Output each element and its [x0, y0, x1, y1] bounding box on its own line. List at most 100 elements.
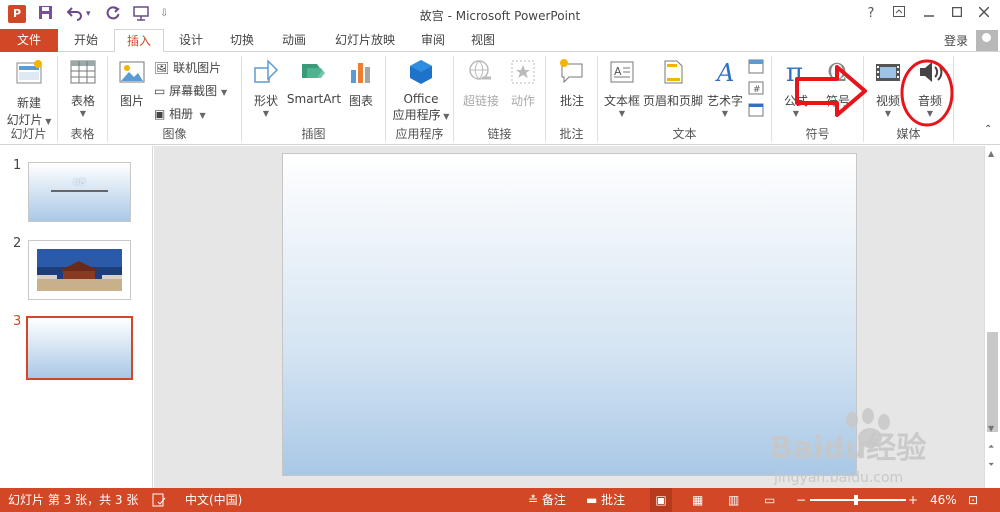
- zoom-in-icon[interactable]: +: [908, 488, 918, 512]
- zoom-slider-thumb[interactable]: [854, 495, 858, 505]
- comment-icon: [550, 58, 594, 89]
- new-slide-label-1: 新建: [16, 96, 41, 110]
- notes-button[interactable]: ≛ 备注: [528, 488, 566, 512]
- calendar-icon: [748, 59, 764, 74]
- online-pictures-button[interactable]: 🖼 联机图片: [154, 58, 221, 78]
- action-button[interactable]: 动作: [504, 58, 542, 109]
- zoom-level[interactable]: 46%: [930, 488, 957, 512]
- tab-transitions[interactable]: 切换: [218, 29, 266, 52]
- undo-dropdown-icon[interactable]: ▾: [86, 5, 91, 23]
- chevron-down-icon: ▼: [792, 109, 800, 118]
- scroll-down-icon[interactable]: ▼: [988, 424, 994, 433]
- date-time-button[interactable]: [748, 58, 764, 78]
- chart-button[interactable]: 图表: [342, 58, 380, 109]
- tab-view[interactable]: 视图: [460, 29, 506, 52]
- start-slideshow-icon[interactable]: [133, 5, 151, 23]
- current-slide-canvas[interactable]: [282, 153, 857, 476]
- tab-design[interactable]: 设计: [168, 29, 214, 52]
- group-label-apps: 应用程序: [395, 127, 444, 141]
- slide-number-3: 3: [13, 314, 22, 329]
- object-button[interactable]: [748, 102, 764, 122]
- office-apps-button[interactable]: Office 应用程序 ▼: [390, 58, 452, 123]
- table-button[interactable]: 表格 ▼: [62, 58, 104, 118]
- comment-button[interactable]: 批注: [550, 58, 594, 109]
- customize-qat-icon[interactable]: ⇩: [160, 5, 168, 23]
- slide-number-button[interactable]: #: [748, 80, 764, 100]
- picture-label: 图片: [119, 94, 144, 108]
- textbox-button[interactable]: A 文本框 ▼: [600, 58, 644, 118]
- smartart-label: SmartArt: [286, 92, 342, 106]
- slideshow-view-icon[interactable]: ▭: [764, 488, 775, 512]
- equation-button[interactable]: π 公式 ▼: [776, 58, 816, 118]
- spellcheck-icon[interactable]: [152, 488, 166, 512]
- comments-label: 批注: [601, 493, 626, 507]
- slide-thumbnail-1[interactable]: 故宫: [28, 162, 131, 222]
- chevron-down-icon: ▼: [721, 109, 729, 118]
- zoom-out-icon[interactable]: −: [796, 488, 806, 512]
- screenshot-button[interactable]: ▭ 屏幕截图 ▼: [154, 81, 227, 101]
- maximize-icon[interactable]: [946, 4, 968, 24]
- fit-to-window-icon[interactable]: ⊡: [968, 488, 978, 512]
- group-symbols: π 公式 ▼ Ω 符号 符号: [772, 56, 864, 142]
- comment-label: 批注: [559, 94, 584, 108]
- next-slide-icon[interactable]: ⏷: [988, 460, 994, 470]
- slide-counter: 幻灯片 第 3 张，共 3 张: [8, 493, 139, 507]
- shapes-button[interactable]: 形状 ▼: [246, 58, 286, 118]
- zoom-slider[interactable]: [810, 499, 906, 501]
- normal-view-icon[interactable]: ▣: [650, 488, 672, 512]
- group-label-links: 链接: [487, 127, 512, 141]
- save-icon[interactable]: [38, 5, 53, 23]
- vertical-scrollbar[interactable]: ▲ ▼ ⏶ ⏷: [984, 146, 1000, 488]
- reading-view-icon[interactable]: ▥: [728, 488, 739, 512]
- symbol-button[interactable]: Ω 符号: [818, 58, 858, 109]
- language-indicator[interactable]: 中文(中国): [185, 488, 242, 512]
- group-label-media: 媒体: [896, 127, 921, 141]
- ribbon-display-options-icon[interactable]: [888, 4, 910, 24]
- video-button[interactable]: 视频 ▼: [868, 58, 908, 118]
- audio-label: 音频: [917, 94, 942, 108]
- online-pictures-label: 联机图片: [173, 61, 222, 75]
- tab-animations[interactable]: 动画: [270, 29, 318, 52]
- comments-button[interactable]: ▬ 批注: [586, 488, 625, 512]
- redo-icon[interactable]: [105, 5, 121, 23]
- tab-home[interactable]: 开始: [62, 29, 110, 52]
- photo-album-button[interactable]: ▣ 相册 ▼: [154, 104, 206, 124]
- slide-number-1: 1: [13, 158, 22, 173]
- smartart-icon: [286, 58, 342, 89]
- header-footer-icon: [642, 58, 704, 89]
- close-icon[interactable]: [973, 4, 995, 24]
- minimize-icon[interactable]: [918, 4, 940, 24]
- audio-button[interactable]: 音频 ▼: [910, 58, 950, 118]
- tab-file[interactable]: 文件: [0, 29, 58, 52]
- hyperlink-button[interactable]: 超链接: [458, 58, 504, 109]
- scroll-up-icon[interactable]: ▲: [988, 149, 994, 158]
- help-button[interactable]: ?: [860, 4, 882, 24]
- tab-slideshow[interactable]: 幻灯片放映: [322, 29, 408, 52]
- undo-icon[interactable]: [66, 5, 84, 23]
- slide-thumbnail-2[interactable]: [28, 240, 131, 300]
- title-bar: P ▾ ⇩ 故宫 - Microsoft PowerPoint ?: [0, 0, 1000, 29]
- scroll-thumb[interactable]: [987, 332, 998, 432]
- wordart-button[interactable]: A 艺术字 ▼: [704, 58, 746, 118]
- previous-slide-icon[interactable]: ⏶: [988, 442, 994, 452]
- office-apps-label-2: 应用程序: [392, 108, 441, 122]
- chevron-down-icon: ▼: [262, 109, 270, 118]
- group-label-illustrations: 插图: [301, 127, 326, 141]
- login-link[interactable]: 登录: [944, 32, 968, 49]
- slide-thumbnail-3[interactable]: [26, 316, 133, 380]
- smartart-button[interactable]: SmartArt: [286, 58, 342, 106]
- new-slide-button[interactable]: 新建 幻灯片 ▼: [4, 58, 54, 128]
- tab-review[interactable]: 审阅: [412, 29, 454, 52]
- collapse-ribbon-icon[interactable]: ⌃: [984, 120, 992, 140]
- avatar[interactable]: [976, 30, 998, 51]
- table-label: 表格: [70, 94, 95, 108]
- hyperlink-icon: [458, 58, 504, 89]
- picture-button[interactable]: 图片: [114, 58, 150, 109]
- chart-icon: [342, 58, 380, 89]
- header-footer-button[interactable]: 页眉和页脚: [642, 58, 704, 109]
- svg-text:A: A: [614, 65, 622, 78]
- slide-sorter-icon[interactable]: ▦: [692, 488, 703, 512]
- wordart-label: 艺术字: [706, 94, 743, 108]
- tab-insert[interactable]: 插入: [114, 29, 164, 53]
- chevron-down-icon: ▼: [79, 109, 87, 118]
